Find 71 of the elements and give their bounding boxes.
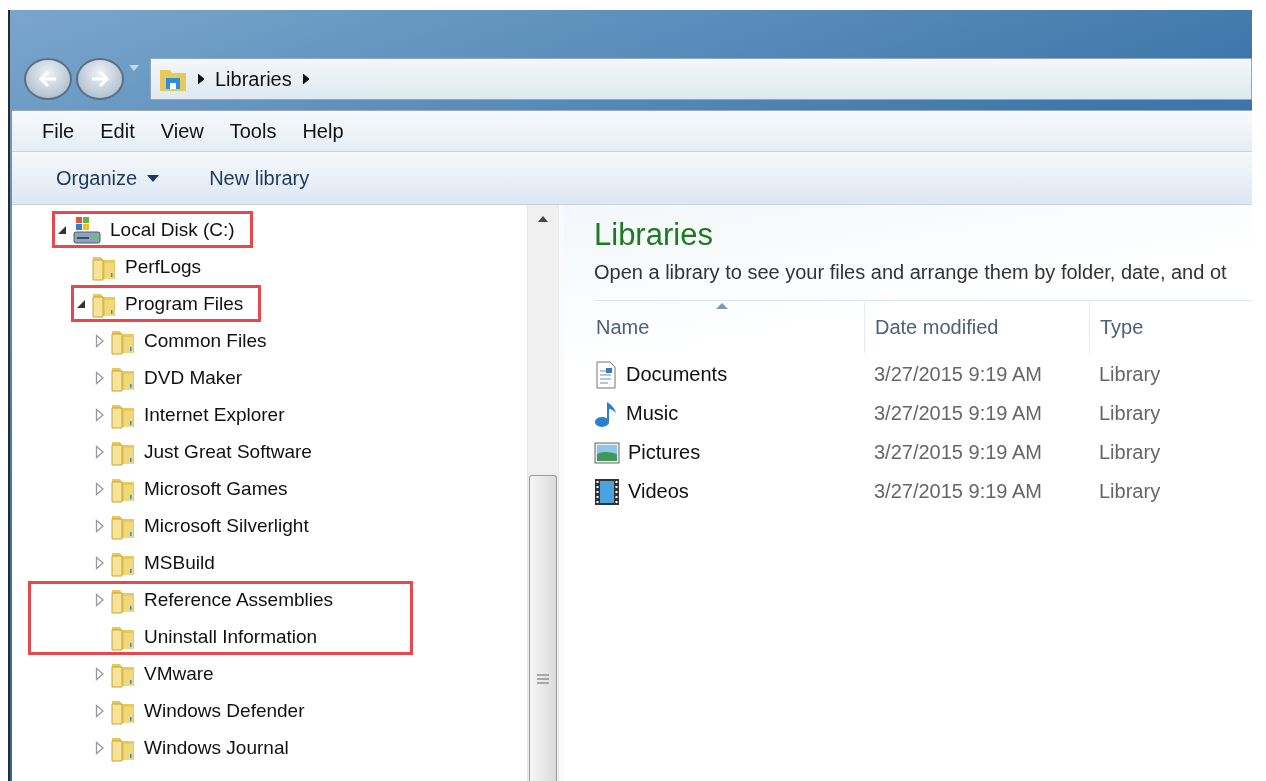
forward-button[interactable] [76, 58, 124, 100]
library-name[interactable]: Documents [626, 363, 728, 386]
page-title: Libraries [594, 217, 714, 253]
expand-icon[interactable] [95, 481, 105, 496]
type-cell-text: Library [1098, 402, 1162, 425]
column-header[interactable]: Name [594, 301, 864, 353]
expand-icon[interactable] [95, 444, 105, 459]
film-icon [594, 477, 620, 506]
expand-icon[interactable] [95, 370, 105, 385]
address-bar[interactable]: Libraries [150, 58, 1252, 100]
breadcrumb[interactable]: Libraries [215, 67, 292, 91]
back-arrow-icon [38, 70, 58, 88]
grip-icon [537, 673, 549, 684]
library-name[interactable]: Music [626, 402, 679, 425]
date-cell-text: 3/27/2015 9:19 AM [873, 363, 1043, 386]
collapse-icon[interactable] [76, 298, 86, 309]
collapse-icon[interactable] [57, 224, 67, 235]
tree-item[interactable]: Just Great Software [144, 440, 312, 463]
menu-item[interactable]: Help [290, 119, 358, 143]
tree-item[interactable]: MSBuild [144, 551, 215, 574]
sort-arrow-icon [716, 303, 728, 309]
tree-item[interactable]: Windows Journal [144, 736, 289, 759]
column-header[interactable]: Date modified [864, 301, 1089, 353]
tree-item[interactable]: Reference Assemblies [144, 588, 334, 611]
page-description: Open a library to see your files and arrange them by folder, date, and ot [594, 261, 1228, 284]
music-note-icon [594, 399, 618, 428]
expand-icon[interactable] [95, 555, 105, 570]
triangle-icon [197, 73, 205, 85]
tree-item[interactable]: Internet Explorer [144, 403, 285, 426]
menu-item[interactable]: Tools [217, 119, 291, 143]
tree-item[interactable]: Local Disk (C:) [110, 218, 235, 241]
tree-item[interactable]: Microsoft Games [144, 477, 288, 500]
tree-item[interactable]: Uninstall Information [144, 625, 318, 648]
type-cell-text: Library [1098, 480, 1162, 503]
dropdown-icon[interactable] [128, 64, 140, 72]
back-button[interactable] [24, 58, 72, 100]
toolbar-button[interactable]: Organize [56, 166, 160, 190]
forward-arrow-icon [90, 70, 110, 88]
expand-icon[interactable] [95, 740, 105, 755]
scroll-up-icon[interactable] [537, 215, 549, 223]
scrollbar[interactable] [527, 205, 558, 781]
menu-item[interactable]: File [30, 119, 89, 143]
tree-item[interactable]: Windows Defender [144, 699, 305, 722]
expand-icon[interactable] [95, 518, 105, 533]
expand-icon[interactable] [95, 703, 105, 718]
triangle-icon [301, 73, 310, 85]
date-cell-text: 3/27/2015 9:19 AM [873, 402, 1043, 425]
date-cell-text: 3/27/2015 9:19 AM [873, 441, 1043, 464]
library-name[interactable]: Pictures [628, 441, 701, 464]
toolbar-button[interactable]: New library [209, 166, 310, 190]
menu-item[interactable]: View [148, 119, 218, 143]
tree-item[interactable]: Microsoft Silverlight [144, 514, 309, 537]
expand-icon[interactable] [95, 407, 105, 422]
tree-item[interactable]: VMware [144, 662, 214, 685]
type-cell-text: Library [1098, 441, 1162, 464]
date-cell-text: 3/27/2015 9:19 AM [873, 480, 1043, 503]
menu-item[interactable]: Edit [88, 119, 149, 143]
caret-icon [147, 174, 160, 182]
drive-icon [72, 214, 102, 245]
tree-item[interactable]: DVD Maker [144, 366, 243, 389]
expand-icon[interactable] [95, 666, 105, 681]
column-header[interactable]: Type [1089, 301, 1252, 353]
tree-item[interactable]: PerfLogs [125, 255, 202, 278]
tree-item[interactable]: Common Files [144, 329, 267, 352]
picture-icon [594, 440, 620, 465]
document-icon [594, 360, 618, 389]
library-name[interactable]: Videos [628, 480, 689, 503]
expand-icon[interactable] [95, 333, 105, 348]
expand-icon[interactable] [95, 592, 105, 607]
tree-item[interactable]: Program Files [125, 292, 244, 315]
type-cell-text: Library [1098, 363, 1162, 386]
